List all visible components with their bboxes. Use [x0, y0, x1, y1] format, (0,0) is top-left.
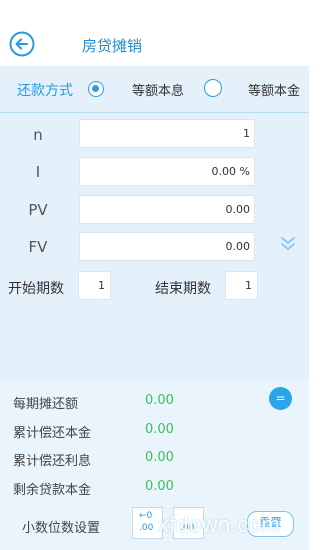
- repayment-mode-row: 还款方式 等额本息 等额本金: [0, 66, 309, 112]
- calculate-button[interactable]: =: [269, 387, 292, 410]
- decimal-decrease-bottom: .00: [139, 523, 154, 533]
- n-input[interactable]: 1: [79, 119, 255, 148]
- radio-equal-installment[interactable]: [88, 81, 104, 97]
- option-equal-principal-label[interactable]: 等额本金: [248, 80, 300, 99]
- result-label: 剩余贷款本金: [13, 483, 92, 498]
- divider: [0, 112, 309, 113]
- calculator-panel: 还款方式 等额本息 等额本金 n 1 I 0.00 % PV 0.00 FV 0…: [0, 66, 309, 550]
- i-label: I: [35, 163, 41, 181]
- watermark: xfdown.com: [158, 512, 281, 537]
- decimal-decrease-top: ←0: [139, 511, 153, 521]
- repayment-mode-label: 还款方式: [17, 83, 73, 99]
- end-period-label: 结束期数: [155, 281, 211, 297]
- result-value: 0.00: [145, 422, 174, 437]
- interest-input[interactable]: 0.00 %: [79, 157, 255, 186]
- page-title: 房贷摊销: [82, 37, 143, 55]
- decimal-setting-label: 小数位数设置: [22, 521, 101, 536]
- result-value: 0.00: [145, 479, 174, 494]
- expand-chevron-icon[interactable]: [279, 236, 297, 252]
- pv-input[interactable]: 0.00: [79, 195, 255, 224]
- result-label: 每期摊还额: [13, 397, 79, 412]
- pv-label: PV: [28, 201, 48, 219]
- back-arrow-icon[interactable]: [9, 31, 35, 57]
- radio-equal-principal[interactable]: [204, 79, 222, 97]
- fv-input[interactable]: 0.00: [79, 232, 255, 261]
- n-label: n: [33, 126, 43, 144]
- result-label: 累计偿还本金: [13, 426, 92, 441]
- start-period-label: 开始期数: [8, 281, 64, 297]
- start-period-input[interactable]: 1: [78, 271, 111, 300]
- option-equal-installment-label[interactable]: 等额本息: [132, 80, 184, 99]
- app-header: 房贷摊销: [0, 0, 309, 66]
- result-label: 累计偿还利息: [13, 454, 92, 469]
- result-value: 0.00: [145, 393, 174, 408]
- result-value: 0.00: [145, 450, 174, 465]
- fv-label: FV: [28, 238, 48, 256]
- end-period-input[interactable]: 1: [225, 271, 258, 300]
